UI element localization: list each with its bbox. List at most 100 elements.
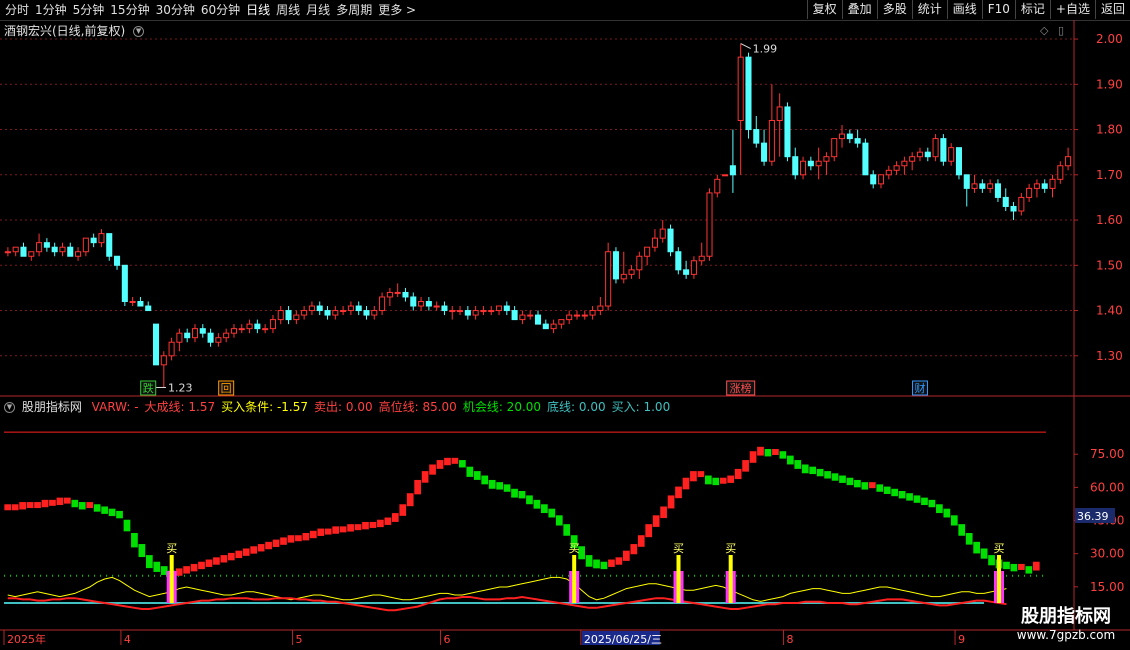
x-label-6: 9 <box>958 633 965 646</box>
candle-body-83 <box>651 237 658 248</box>
candle-body-103 <box>807 160 814 167</box>
main-line-seg-34 <box>257 544 265 552</box>
main-line-seg-78 <box>585 555 593 567</box>
buy-label-2: 买 <box>673 542 684 555</box>
candle-body-7 <box>59 246 66 253</box>
main-line-seg-91 <box>682 477 690 490</box>
candle-body-115 <box>901 160 908 167</box>
main-line-seg-20 <box>153 561 161 572</box>
logo-line1: 股朋指标网 <box>1021 606 1111 627</box>
main-line-seg-89 <box>667 495 675 509</box>
main-line-seg-38 <box>287 535 295 543</box>
diamond-icon: ◇ <box>1040 24 1049 37</box>
candle-body-49 <box>386 291 393 298</box>
candle-body-86 <box>675 251 682 271</box>
candle-body-61 <box>480 310 487 313</box>
main-line-seg-80 <box>600 561 608 570</box>
candle-body-3 <box>28 251 35 257</box>
main-line-seg-58 <box>436 460 444 469</box>
main-line-seg-69 <box>518 491 526 499</box>
main-line-seg-94 <box>704 475 712 485</box>
main-line-seg-2 <box>19 502 26 510</box>
candle-body-70 <box>550 323 557 330</box>
candle-body-108 <box>846 133 853 140</box>
candle-body-5 <box>43 242 50 248</box>
y-tick-label-6: 1.40 <box>1096 304 1123 318</box>
candle-body-58 <box>457 310 464 313</box>
candle-body-10 <box>82 237 89 253</box>
candle-body-131 <box>1026 187 1033 198</box>
candle-body-33 <box>262 328 269 331</box>
candle-body-55 <box>433 305 440 308</box>
candle-body-11 <box>90 237 97 244</box>
candle-body-85 <box>667 228 674 253</box>
x-label-1: 4 <box>124 633 131 646</box>
sub-y-tick-4: 15.00 <box>1090 580 1124 594</box>
candle-body-28 <box>223 332 230 339</box>
x-label-5: 8 <box>787 633 794 646</box>
main-line-seg-35 <box>265 541 272 550</box>
candle-body-78 <box>612 251 619 280</box>
candle-body-41 <box>324 310 331 316</box>
main-line-seg-122 <box>913 495 921 503</box>
main-line-seg-128 <box>958 524 966 536</box>
main-line-seg-17 <box>131 533 138 548</box>
candle-body-19 <box>152 323 160 366</box>
candle-body-64 <box>503 305 510 312</box>
main-line-seg-6 <box>49 499 56 506</box>
main-line-seg-112 <box>839 475 846 483</box>
main-line-seg-23 <box>175 568 183 576</box>
candle-body-53 <box>418 301 425 307</box>
main-line-seg-92 <box>690 471 697 482</box>
main-line-seg-100 <box>749 451 757 463</box>
candle-body-132 <box>1033 183 1040 189</box>
main-line-seg-118 <box>883 486 891 494</box>
current-value-label: 36.39 <box>1077 510 1109 523</box>
candle-body-57 <box>449 310 456 313</box>
candle-body-63 <box>495 305 503 312</box>
candle-body-52 <box>410 296 417 307</box>
main-line-seg-96 <box>719 477 727 484</box>
candle-body-107 <box>838 133 846 140</box>
candle-body-32 <box>254 323 261 330</box>
main-line-seg-104 <box>779 451 787 459</box>
candle-body-13 <box>106 233 113 257</box>
candle-body-125 <box>979 183 986 189</box>
candle-body-111 <box>870 174 877 185</box>
main-line-seg-127 <box>950 515 958 526</box>
main-line-seg-41 <box>309 530 317 539</box>
main-line-seg-32 <box>242 548 250 556</box>
logo-line2: www.7gpzb.com <box>1016 628 1116 642</box>
main-line-seg-51 <box>384 517 392 525</box>
main-line-seg-52 <box>391 513 399 522</box>
candle-body-121 <box>948 147 955 162</box>
candle-body-2 <box>20 246 27 257</box>
candle-body-106 <box>831 138 838 158</box>
candle-body-118 <box>924 151 931 158</box>
main-line-seg-110 <box>824 471 831 479</box>
main-line-seg-29 <box>220 555 228 563</box>
main-line-seg-5 <box>41 499 49 508</box>
main-line-seg-117 <box>876 484 884 492</box>
main-line-seg-4 <box>34 502 41 509</box>
chart-canvas[interactable]: 2.00 1.90 1.80 1.70 1.60 1.50 1.40 1.30 1.99 1.23… <box>0 0 1130 650</box>
candle-body-47 <box>371 310 378 316</box>
buy-stem-0 <box>169 555 174 603</box>
main-line-seg-19 <box>145 555 153 569</box>
main-line-seg-39 <box>295 535 302 542</box>
main-line-seg-48 <box>362 521 369 530</box>
candle-body-51 <box>402 291 409 298</box>
x-label-2: 5 <box>295 633 302 646</box>
y-tick-label-3: 1.70 <box>1096 168 1123 182</box>
candle-body-79 <box>620 273 627 280</box>
main-line-seg-132 <box>988 555 995 566</box>
candle-body-46 <box>363 310 370 316</box>
main-line-seg-28 <box>213 557 220 565</box>
main-line-seg-14 <box>108 508 116 517</box>
candle-body-76 <box>597 305 604 312</box>
candle-body-123 <box>963 174 970 189</box>
main-line-seg-61 <box>459 460 466 468</box>
main-line-seg-24 <box>183 566 190 574</box>
main-line-seg-71 <box>533 499 541 509</box>
main-line-seg-25 <box>190 563 198 572</box>
